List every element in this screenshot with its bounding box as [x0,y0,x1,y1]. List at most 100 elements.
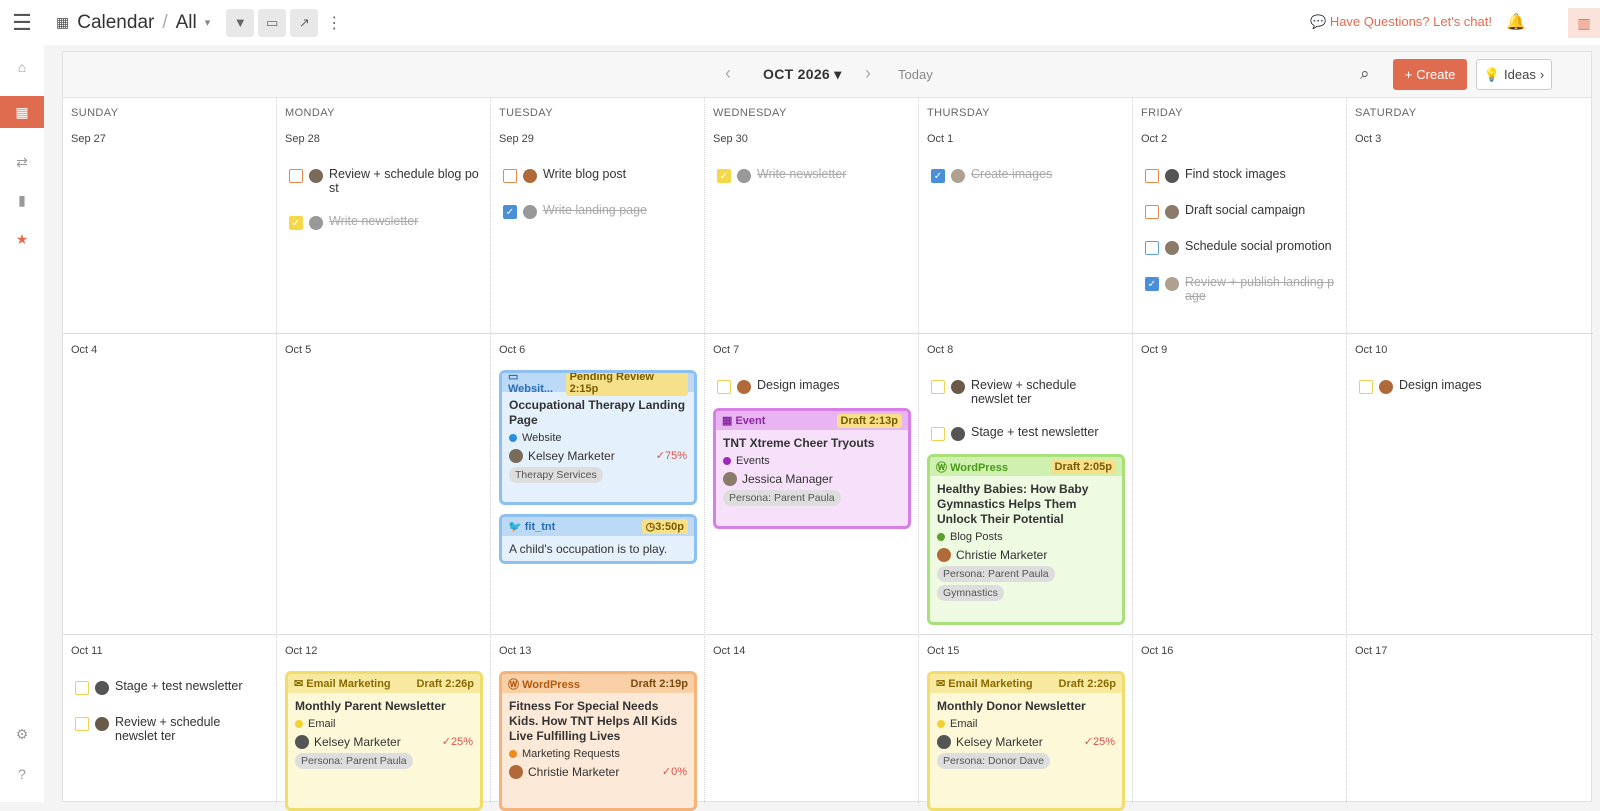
next-month-icon[interactable]: › [865,63,871,84]
home-icon[interactable]: ⌂ [0,51,44,83]
social-card[interactable]: 🐦 fit_tnt ◷3:50p A child's occupation is… [499,514,697,564]
category-dot [937,720,945,728]
progress-value: 75% [664,450,687,462]
card-type-label: Email Marketing [948,678,1033,690]
book-icon[interactable]: ▥ [1568,8,1600,38]
gear-icon[interactable]: ⚙ [0,718,44,750]
plus-icon: + [1404,67,1413,82]
search-icon[interactable]: ⌕ [1360,64,1370,84]
chat-link[interactable]: 💬 Have Questions? Let's chat! [1310,14,1492,30]
shuffle-icon[interactable]: ⇄ [0,146,44,178]
card-type: ▭ Websit... [508,371,554,395]
task-item[interactable]: ✓ Write newsletter [717,167,847,183]
card-header: ▦ Event Draft 2:13p [716,411,908,430]
menu-icon[interactable]: ☰ [0,0,44,45]
task-item[interactable]: Review + schedule blog po st [289,167,479,196]
status-badge: Draft 2:26p [417,678,474,690]
calendar-icon: ▦ [56,14,70,30]
task-label: Write newsletter [757,167,847,181]
checkbox[interactable]: ✓ [503,205,517,219]
title-separator: / [162,11,168,33]
task-label: Review + schedule blog po st [329,167,479,195]
person-name: Kelsey Marketer [314,734,401,749]
content-card[interactable]: Ⓦ WordPress Draft 2:05p Healthy Babies: … [927,454,1125,625]
card-title: Monthly Parent Newsletter [295,699,446,713]
date-label: Sep 28 [285,133,320,145]
create-button[interactable]: + Create [1393,59,1467,90]
card-body: Fitness For Special Needs Kids. How TNT … [502,693,694,789]
month-selector[interactable]: OCT 2026 ▾ [763,66,842,83]
checkbox[interactable] [717,380,731,394]
checkbox[interactable]: ✓ [1145,277,1159,291]
content-card[interactable]: ▦ Event Draft 2:13p TNT Xtreme Cheer Try… [713,408,911,529]
task-item[interactable]: Stage + test newsletter [931,425,1099,441]
prev-month-icon[interactable]: ‹ [725,63,731,84]
email-icon: ✉ [936,678,946,690]
task-item[interactable]: Write blog post [503,167,627,183]
task-item[interactable]: Find stock images [1145,167,1286,183]
task-item[interactable]: Schedule social promotion [1145,239,1332,255]
task-item[interactable]: ✓ Write landing page [503,203,647,219]
date-label: Sep 30 [713,133,748,145]
bell-icon[interactable]: 🔔 [1506,12,1526,32]
day-header: SATURDAY [1355,107,1417,119]
checkbox[interactable] [75,681,89,695]
task-item[interactable]: Draft social campaign [1145,203,1305,219]
checkbox[interactable] [75,717,89,731]
today-button[interactable]: Today [898,67,933,82]
present-icon[interactable]: ▭ [258,8,287,37]
checkbox[interactable] [1145,169,1159,183]
avatar [509,765,523,779]
task-item[interactable]: ✓ Review + publish landing p age [1145,275,1335,304]
checkbox[interactable] [1359,380,1373,394]
category-row: Marketing Requests [509,748,687,760]
checkbox[interactable] [1145,205,1159,219]
category-row: Events [723,455,901,467]
task-label: Review + publish landing p age [1185,275,1335,303]
person-row: Kelsey Marketer ✓25% [295,734,473,749]
task-item[interactable]: ✓ Create images [931,167,1052,183]
task-item[interactable]: Review + schedule newslet ter [931,378,1121,407]
chart-icon[interactable]: ▮ [0,184,44,216]
checkbox[interactable] [931,427,945,441]
progress-value: 0% [671,766,687,778]
category-row: Email [295,718,473,730]
calendar-nav-icon[interactable]: ▦ [0,96,44,128]
month-label: OCT 2026 [763,66,830,82]
day-header: WEDNESDAY [713,107,787,119]
date-label: Oct 10 [1355,344,1388,356]
task-item[interactable]: Stage + test newsletter [75,679,243,695]
content-card[interactable]: Ⓦ WordPress Draft 2:19p Fitness For Spec… [499,671,697,811]
checkbox[interactable] [503,169,517,183]
checkbox[interactable]: ✓ [289,216,303,230]
content-card[interactable]: ✉ Email Marketing Draft 2:26p Monthly Do… [927,671,1125,811]
date-label: Oct 5 [285,344,312,356]
content-card[interactable]: ✉ Email Marketing Draft 2:26p Monthly Pa… [285,671,483,811]
view-selector[interactable]: All [176,12,197,34]
task-item[interactable]: Review + schedule newslet ter [75,715,265,744]
star-icon[interactable]: ★ [0,223,44,255]
task-item[interactable]: Design images [717,378,840,394]
help-icon[interactable]: ? [0,758,44,790]
filter-icon[interactable]: ▼ [226,8,255,37]
avatar [95,681,109,695]
checkbox[interactable] [1145,241,1159,255]
share-icon[interactable]: ↗ [290,8,319,37]
status-badge: Draft 2:13p [836,413,902,428]
avatar [295,735,309,749]
checkbox[interactable] [931,380,945,394]
task-label: Write blog post [543,167,627,181]
task-item[interactable]: Design images [1359,378,1482,394]
calendar-toolbar: ‹ OCT 2026 ▾ › Today ⌕ + Create 💡 Ideas › [63,52,1591,98]
ideas-button[interactable]: 💡 Ideas › [1476,59,1552,90]
day-header: THURSDAY [927,107,990,119]
checkbox[interactable]: ✓ [931,169,945,183]
avatar [523,169,537,183]
chevron-down-icon[interactable]: ▾ [205,16,211,29]
more-icon[interactable]: ⋮ [326,13,342,33]
content-card[interactable]: ▭ Websit... Pending Review 2:15p Occupat… [499,370,697,505]
card-header: ▭ Websit... Pending Review 2:15p [502,371,694,396]
checkbox[interactable] [289,169,303,183]
checkbox[interactable]: ✓ [717,169,731,183]
task-item[interactable]: ✓ Write newsletter [289,214,418,230]
